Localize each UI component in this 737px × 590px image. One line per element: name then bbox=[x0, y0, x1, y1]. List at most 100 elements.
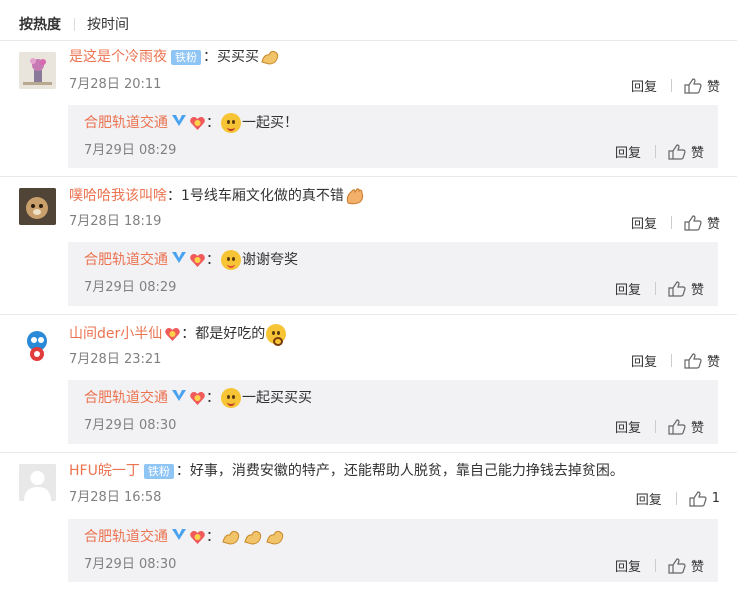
comment-line: 噗哈哈我该叫啥 ：1号线车厢文化做的真不错 bbox=[69, 186, 366, 206]
shocked-emoji-icon bbox=[266, 324, 287, 346]
reply-text: 一起买！ bbox=[242, 115, 298, 131]
heart-badge-icon bbox=[189, 252, 206, 268]
reply-time: 7月29日 08:30 bbox=[84, 418, 177, 433]
reply-text: 谢谢夸奖 bbox=[242, 252, 298, 268]
reply-line: 合肥轨道交通 ： bbox=[84, 527, 286, 547]
comment-item: HFU皖一丁 铁粉 ：好事，消费安徽的特产，还能帮助人脱贫，靠自己能力挣钱去掉贫… bbox=[0, 452, 737, 590]
heart-badge-icon bbox=[189, 115, 206, 131]
like-button[interactable]: 赞 bbox=[668, 417, 704, 436]
verified-icon bbox=[171, 113, 187, 133]
like-count: 1 bbox=[711, 491, 720, 506]
reply-actions: 回复 赞 bbox=[615, 417, 704, 436]
action-separator bbox=[670, 79, 672, 92]
action-separator bbox=[654, 145, 656, 158]
like-count: 赞 bbox=[690, 421, 704, 436]
reply-username[interactable]: 合肥轨道交通 bbox=[84, 113, 168, 133]
reply-button[interactable]: 回复 bbox=[615, 279, 641, 298]
username[interactable]: HFU皖一丁 bbox=[69, 461, 140, 481]
tab-separator bbox=[74, 17, 75, 31]
reply-button[interactable]: 回复 bbox=[631, 351, 657, 370]
action-separator bbox=[654, 420, 656, 433]
avatar[interactable] bbox=[19, 52, 56, 89]
smile-emoji-icon bbox=[221, 113, 241, 133]
comment-time: 7月28日 20:11 bbox=[69, 77, 162, 92]
username[interactable]: 噗哈哈我该叫啥 bbox=[69, 186, 167, 206]
reply-line: 合肥轨道交通 ： 一起买！ bbox=[84, 113, 298, 133]
sort-tabs: 按热度 按时间 bbox=[19, 14, 129, 34]
action-separator bbox=[654, 282, 656, 295]
muscle-emoji-icon bbox=[265, 528, 285, 546]
smile-emoji-icon bbox=[221, 388, 241, 408]
reply-button[interactable]: 回复 bbox=[636, 489, 662, 508]
colon: ： bbox=[206, 390, 220, 406]
thumbs-up-icon bbox=[689, 490, 707, 507]
like-count: 赞 bbox=[690, 560, 704, 575]
reply-actions: 回复 赞 bbox=[615, 556, 704, 575]
action-separator bbox=[670, 216, 672, 229]
like-button[interactable]: 赞 bbox=[684, 76, 720, 95]
like-count: 赞 bbox=[706, 80, 720, 95]
comment-time: 7月28日 23:21 bbox=[69, 352, 162, 367]
like-button[interactable]: 赞 bbox=[684, 351, 720, 370]
like-count: 赞 bbox=[690, 146, 704, 161]
username[interactable]: 山间der小半仙 bbox=[69, 324, 162, 344]
reply-button[interactable]: 回复 bbox=[615, 417, 641, 436]
username[interactable]: 是这是个冷雨夜 bbox=[69, 47, 167, 67]
reply-button[interactable]: 回复 bbox=[631, 76, 657, 95]
comment-text: ：都是好吃的 bbox=[181, 326, 266, 342]
fan-badge[interactable]: 铁粉 bbox=[171, 49, 201, 65]
comment-item: 噗哈哈我该叫啥 ：1号线车厢文化做的真不错 7月28日 18:19 回复 赞 合… bbox=[0, 176, 737, 314]
reply-box: 合肥轨道交通 ： 一起买！ 7月29日 08:29 回复 赞 bbox=[68, 105, 718, 168]
like-count: 赞 bbox=[706, 217, 720, 232]
reply-actions: 回复 赞 bbox=[615, 279, 704, 298]
like-count: 赞 bbox=[706, 355, 720, 370]
comment-text: ：好事，消费安徽的特产，还能帮助人脱贫，靠自己能力挣钱去掉贫困。 bbox=[175, 463, 624, 479]
thumbs-up-icon bbox=[668, 280, 686, 297]
verified-icon bbox=[171, 527, 187, 547]
reply-line: 合肥轨道交通 ： 谢谢夸奖 bbox=[84, 250, 298, 270]
comment-item: 山间der小半仙 ：都是好吃的 7月28日 23:21 回复 赞 合肥轨道交通 … bbox=[0, 314, 737, 452]
comment-actions: 回复 赞 bbox=[631, 351, 720, 370]
comment-line: 山间der小半仙 ：都是好吃的 bbox=[69, 324, 287, 346]
tab-sort-by-time[interactable]: 按时间 bbox=[87, 14, 129, 34]
reply-box: 合肥轨道交通 ： 谢谢夸奖 7月29日 08:29 回复 赞 bbox=[68, 242, 718, 306]
like-button[interactable]: 赞 bbox=[684, 213, 720, 232]
reply-line: 合肥轨道交通 ： 一起买买买 bbox=[84, 388, 312, 408]
like-button[interactable]: 赞 bbox=[668, 142, 704, 161]
muscle-emoji-icon bbox=[260, 48, 280, 66]
verified-icon bbox=[171, 250, 187, 270]
comment-line: 是这是个冷雨夜 铁粉 ：买买买 bbox=[69, 47, 281, 67]
thumbs-up-icon bbox=[684, 352, 702, 369]
action-separator bbox=[670, 354, 672, 367]
action-separator bbox=[654, 559, 656, 572]
verified-icon bbox=[171, 388, 187, 408]
thumbs-up-icon bbox=[684, 214, 702, 231]
like-button[interactable]: 赞 bbox=[668, 556, 704, 575]
reply-time: 7月29日 08:29 bbox=[84, 143, 177, 158]
tab-sort-by-hot[interactable]: 按热度 bbox=[19, 14, 61, 34]
reply-button[interactable]: 回复 bbox=[615, 556, 641, 575]
reply-time: 7月29日 08:29 bbox=[84, 280, 177, 295]
comment-line: HFU皖一丁 铁粉 ：好事，消费安徽的特产，还能帮助人脱贫，靠自己能力挣钱去掉贫… bbox=[69, 461, 624, 481]
reply-button[interactable]: 回复 bbox=[615, 142, 641, 161]
reply-button[interactable]: 回复 bbox=[631, 213, 657, 232]
avatar[interactable] bbox=[19, 188, 56, 225]
avatar[interactable] bbox=[19, 464, 56, 501]
fan-badge[interactable]: 铁粉 bbox=[143, 463, 174, 479]
like-button[interactable]: 赞 bbox=[668, 279, 704, 298]
like-button[interactable]: 1 bbox=[689, 490, 720, 507]
comment-actions: 回复 1 bbox=[636, 489, 720, 508]
reply-username[interactable]: 合肥轨道交通 bbox=[84, 250, 168, 270]
comment-text: ：买买买 bbox=[203, 49, 259, 65]
comment-actions: 回复 赞 bbox=[631, 76, 720, 95]
avatar[interactable] bbox=[19, 326, 56, 363]
reply-username[interactable]: 合肥轨道交通 bbox=[84, 388, 168, 408]
tongue-emoji-icon bbox=[221, 250, 241, 270]
heart-badge-icon bbox=[164, 326, 181, 342]
reply-box: 合肥轨道交通 ： 7月29日 08:30 回复 赞 bbox=[68, 519, 718, 582]
reply-text: 一起买买买 bbox=[242, 390, 312, 406]
muscle-emoji-icon bbox=[243, 528, 263, 546]
thumbs-up-icon bbox=[668, 143, 686, 160]
reply-username[interactable]: 合肥轨道交通 bbox=[84, 527, 168, 547]
comment-actions: 回复 赞 bbox=[631, 213, 720, 232]
